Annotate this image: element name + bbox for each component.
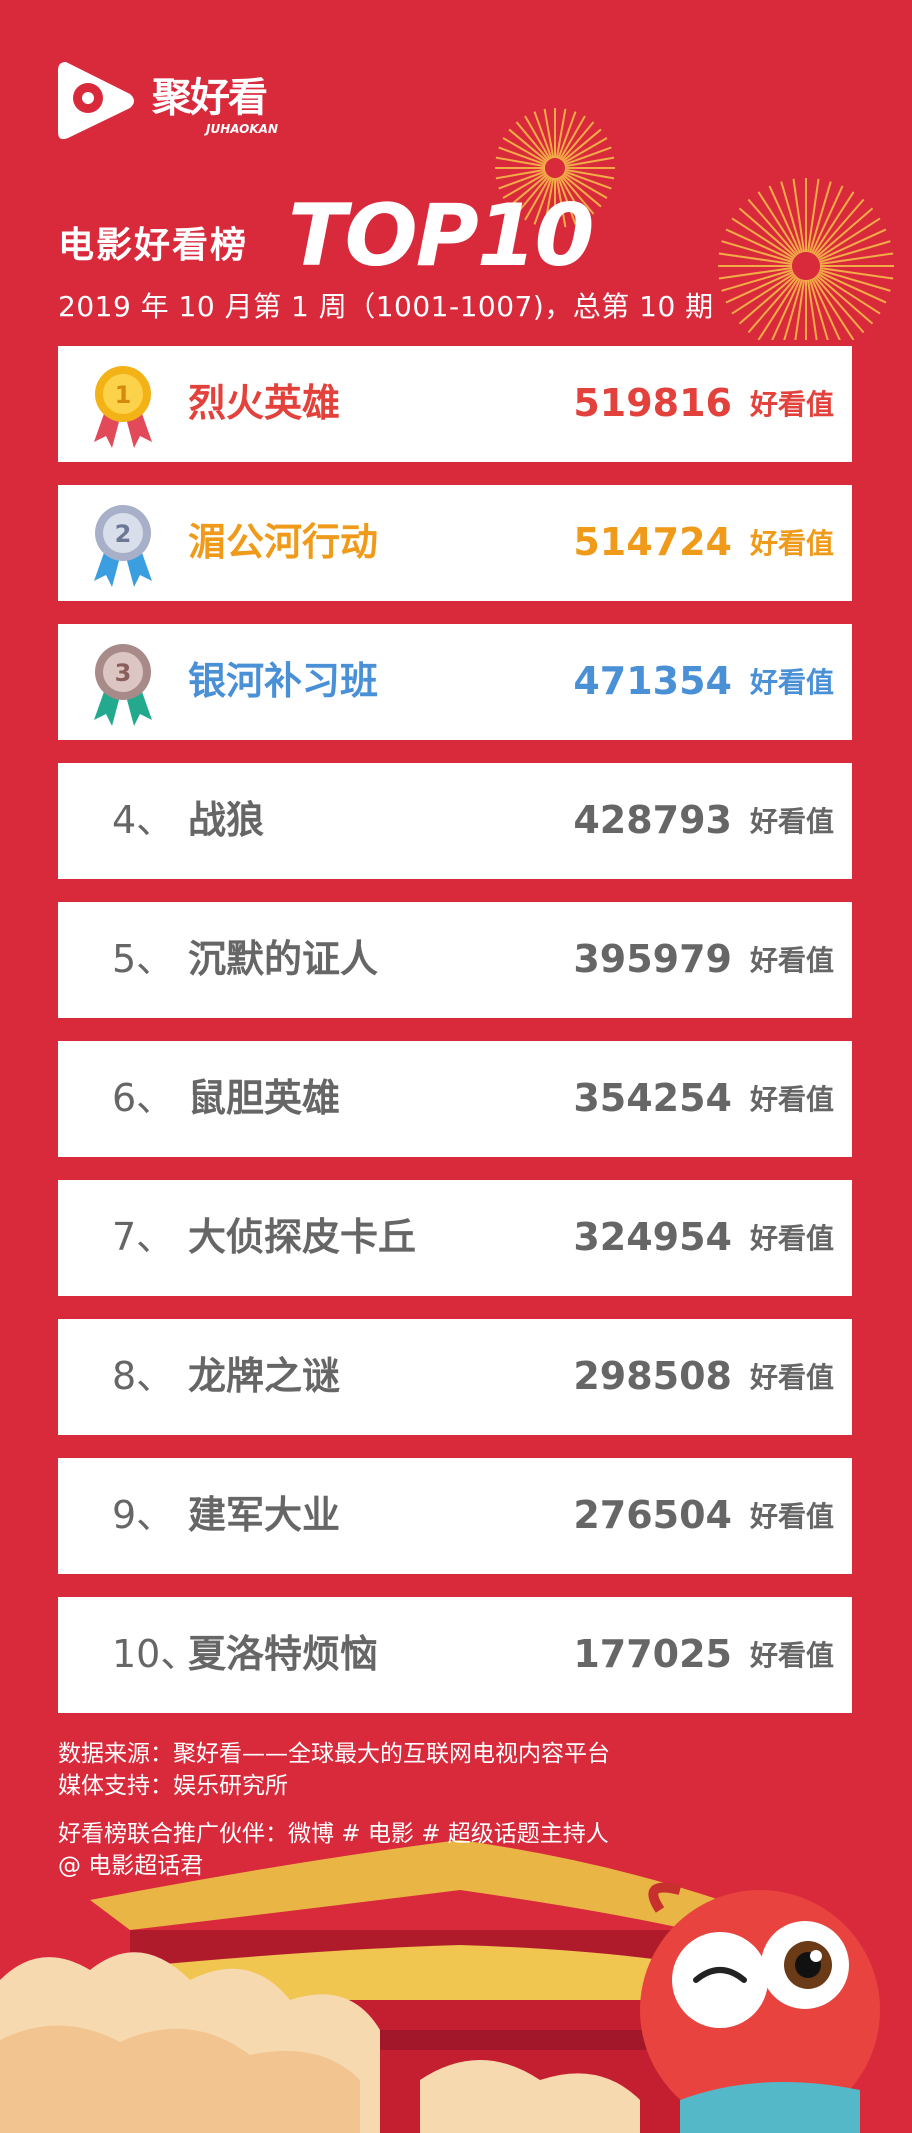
footer-info: 数据来源：聚好看——全球最大的互联网电视内容平台 媒体支持：娱乐研究所 好看榜联…: [58, 1738, 610, 1882]
ranking-row-10[interactable]: 10、 夏洛特烦恼 177025 好看值: [58, 1597, 852, 1713]
host-text: @ 电影超话君: [58, 1853, 204, 1879]
poster: 聚好看 JUHAOKAN 电影好看榜 TOP10 2019 年 10 月第 1 …: [0, 0, 912, 2133]
movie-title: 夏洛特烦恼: [188, 1632, 379, 1676]
score-unit: 好看值: [749, 1361, 834, 1394]
movie-title: 湄公河行动: [188, 520, 379, 564]
media-support-text: 媒体支持：娱乐研究所: [58, 1773, 288, 1799]
movie-title: 大侦探皮卡丘: [188, 1215, 417, 1259]
score-unit: 好看值: [749, 666, 834, 699]
movie-title: 战狼: [188, 798, 265, 842]
ranking-row-8[interactable]: 8、 龙牌之谜 298508 好看值: [58, 1319, 852, 1435]
score-unit: 好看值: [749, 1083, 834, 1116]
score-unit: 好看值: [749, 527, 834, 560]
score-unit: 好看值: [749, 1222, 834, 1255]
score-unit: 好看值: [749, 805, 834, 838]
brand-subname: JUHAOKAN: [206, 122, 278, 136]
score-unit: 好看值: [749, 944, 834, 977]
rank-number: 7、: [112, 1215, 175, 1259]
movie-score: 298508: [573, 1354, 732, 1398]
gold-medal-icon: 1: [94, 366, 152, 448]
silver-medal-icon: 2: [94, 505, 152, 587]
brand-logo: 聚好看 JUHAOKAN: [56, 58, 296, 148]
movie-title: 烈火英雄: [188, 381, 341, 425]
brand-name: 聚好看: [152, 75, 268, 121]
rank-number: 5、: [112, 937, 175, 981]
play-logo-icon: [58, 62, 134, 140]
movie-score: 519816: [573, 381, 732, 425]
movie-score: 177025: [573, 1632, 732, 1676]
ranking-row-7[interactable]: 7、 大侦探皮卡丘 324954 好看值: [58, 1180, 852, 1296]
movie-score: 514724: [573, 520, 732, 564]
ranking-row-3[interactable]: 3 银河补习班 471354 好看值: [58, 624, 852, 740]
score-unit: 好看值: [749, 1500, 834, 1533]
page-title-top10: TOP10: [288, 186, 594, 286]
movie-score: 354254: [573, 1076, 732, 1120]
score-unit: 好看值: [749, 388, 834, 421]
movie-score: 324954: [573, 1215, 732, 1259]
bronze-medal-icon: 3: [94, 644, 152, 726]
movie-score: 428793: [573, 798, 732, 842]
movie-title: 建军大业: [188, 1493, 341, 1537]
movie-title: 龙牌之谜: [188, 1354, 341, 1398]
page-title: 电影好看榜: [58, 225, 249, 266]
movie-title: 银河补习班: [188, 659, 379, 703]
rank-number: 10、: [112, 1632, 199, 1676]
ranking-row-9[interactable]: 9、 建军大业 276504 好看值: [58, 1458, 852, 1574]
ranking-row-2[interactable]: 2 湄公河行动 514724 好看值: [58, 485, 852, 601]
rank-number: 6、: [112, 1076, 175, 1120]
score-unit: 好看值: [749, 1639, 834, 1672]
ranking-row-6[interactable]: 6、 鼠胆英雄 354254 好看值: [58, 1041, 852, 1157]
svg-text:3: 3: [115, 659, 132, 687]
data-source-text: 数据来源：聚好看——全球最大的互联网电视内容平台: [58, 1741, 610, 1767]
rank-number: 8、: [112, 1354, 175, 1398]
movie-score: 276504: [573, 1493, 732, 1537]
movie-score: 395979: [573, 937, 732, 981]
ranking-row-5[interactable]: 5、 沉默的证人 395979 好看值: [58, 902, 852, 1018]
movie-title: 鼠胆英雄: [188, 1076, 341, 1120]
rank-number: 9、: [112, 1493, 175, 1537]
svg-text:2: 2: [115, 520, 132, 548]
partners-text: 好看榜联合推广伙伴：微博 # 电影 # 超级话题主持人: [58, 1821, 609, 1847]
ranking-row-4[interactable]: 4、 战狼 428793 好看值: [58, 763, 852, 879]
ranking-row-1[interactable]: 1 烈火英雄 519816 好看值: [58, 346, 852, 462]
movie-title: 沉默的证人: [188, 937, 379, 981]
svg-text:1: 1: [115, 381, 132, 409]
movie-score: 471354: [573, 659, 732, 703]
rank-number: 4、: [112, 798, 175, 842]
page-subtitle: 2019 年 10 月第 1 周（1001-1007)，总第 10 期: [58, 290, 714, 323]
